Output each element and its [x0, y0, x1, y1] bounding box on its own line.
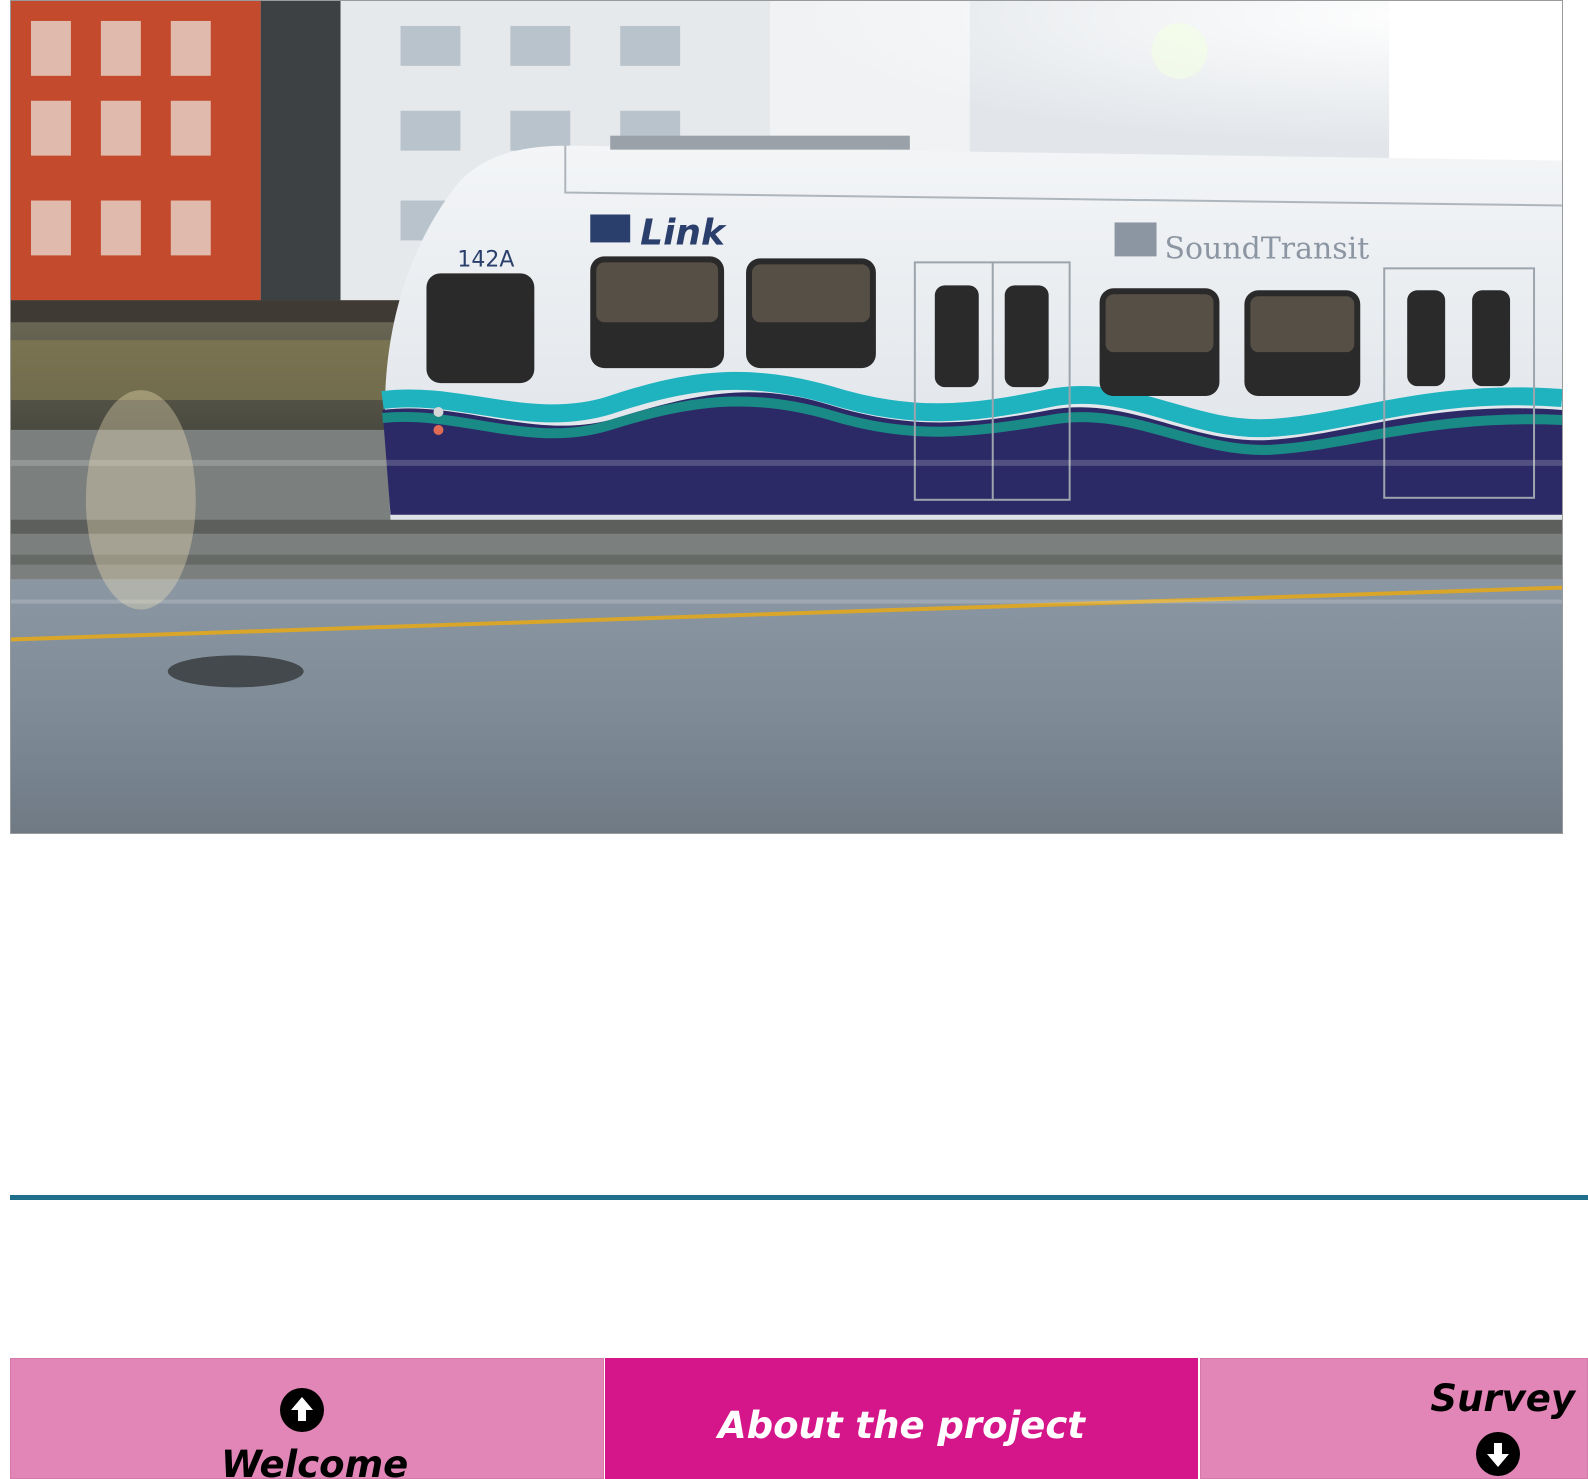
- arrow-up-circle-icon: [279, 1387, 325, 1438]
- sound-transit-text: SoundTransit: [1165, 231, 1370, 266]
- nav-next-label: Survey: [1430, 1377, 1575, 1420]
- section-divider: [10, 1195, 1588, 1200]
- nav-card-next[interactable]: Survey: [1200, 1358, 1588, 1479]
- train-illustration: Link 142A SoundTransit: [11, 1, 1562, 833]
- page: Link 142A SoundTransit Welcome About the…: [0, 0, 1588, 1479]
- link-logo-text: Link: [640, 212, 727, 253]
- train-number-text: 142A: [457, 247, 514, 272]
- nav-current-label: About the project: [717, 1404, 1085, 1447]
- arrow-down-circle-icon: [1475, 1431, 1521, 1478]
- nav-previous-label: Welcome: [221, 1443, 409, 1479]
- hero-image: Link 142A SoundTransit: [10, 0, 1563, 834]
- nav-card-previous[interactable]: Welcome: [10, 1358, 604, 1479]
- section-navigation: Welcome About the project Survey: [10, 1358, 1588, 1479]
- nav-card-current[interactable]: About the project: [605, 1358, 1198, 1479]
